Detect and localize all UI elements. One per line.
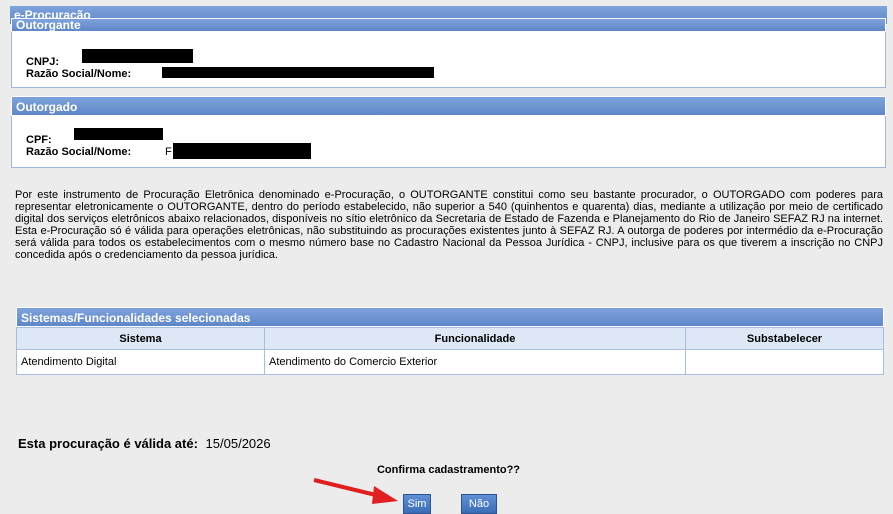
validity-label: Esta procuração é válida até: — [18, 436, 198, 451]
procuracao-legal-text: Por este instrumento de Procuração Eletr… — [15, 189, 883, 261]
sim-button[interactable]: Sim — [403, 494, 431, 514]
outorgado-razao-redacted — [173, 143, 311, 159]
col-header-substabelecer: Substabelecer — [685, 327, 884, 350]
nao-button[interactable]: Não — [461, 494, 497, 514]
cnpj-label: CNPJ: — [26, 56, 60, 68]
procuracao-panel: e-Procuração Outorgante CNPJ: Razão Soci… — [10, 6, 887, 514]
cpf-label: CPF: — [26, 134, 52, 146]
cell-sistema: Atendimento Digital — [16, 349, 265, 375]
sistemas-table: Sistema Funcionalidade Substabelecer Ate… — [16, 327, 884, 375]
validity-line: Esta procuração é válida até: 15/05/2026 — [18, 436, 271, 451]
outorgante-razao-label: Razão Social/Nome: — [26, 68, 132, 80]
col-header-sistema: Sistema — [16, 327, 265, 350]
table-header-row: Sistema Funcionalidade Substabelecer — [16, 327, 884, 350]
validity-date: 15/05/2026 — [205, 436, 271, 451]
cell-substabelecer — [685, 349, 884, 375]
table-row: Atendimento Digital Atendimento do Comer… — [16, 349, 884, 375]
outorgado-razao-prefix: F — [165, 146, 172, 158]
confirm-question: Confirma cadastramento?? — [376, 464, 521, 476]
outorgado-razao-label: Razão Social/Nome: — [26, 146, 132, 158]
outorgante-section-title: Outorgante — [11, 18, 886, 32]
annotation-arrow-icon — [313, 478, 398, 504]
cpf-redacted — [74, 128, 163, 140]
outorgante-razao-redacted — [162, 67, 434, 78]
cell-funcionalidade: Atendimento do Comercio Exterior — [264, 349, 686, 375]
sistemas-section-title: Sistemas/Funcionalidades selecionadas — [16, 307, 884, 327]
col-header-funcionalidade: Funcionalidade — [264, 327, 686, 350]
outorgado-section-title: Outorgado — [11, 96, 886, 116]
cnpj-redacted — [82, 49, 193, 63]
